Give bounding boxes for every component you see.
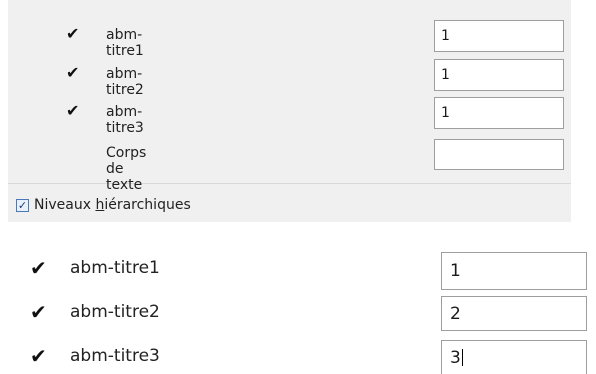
checkmark-icon: ✓ <box>17 198 28 212</box>
outline-levels-list: ✔ abm-titre1 1 ✔ abm-titre2 1 ✔ abm-titr… <box>8 0 571 193</box>
check-icon: ✔ <box>66 101 80 120</box>
level-field[interactable] <box>434 139 564 170</box>
check-icon: ✔ <box>30 256 47 280</box>
style-label: abm-titre2 <box>70 302 160 322</box>
style-label: Corps de texte <box>106 145 147 193</box>
check-icon: ✔ <box>30 344 47 368</box>
check-icon: ✔ <box>66 63 80 82</box>
list-item-titre1[interactable]: ✔ abm-titre1 1 <box>0 252 596 290</box>
list-item-titre3[interactable]: ✔ abm-titre3 3 <box>0 340 596 374</box>
level-field[interactable]: 1 <box>441 252 587 290</box>
check-icon: ✔ <box>30 300 47 324</box>
style-label: abm-titre1 <box>106 27 144 59</box>
list-item-titre2[interactable]: ✔ abm-titre2 2 <box>0 296 596 331</box>
style-label: abm-titre3 <box>70 346 160 366</box>
level-field[interactable]: 1 <box>434 97 564 129</box>
style-label: abm-titre3 <box>106 104 144 136</box>
outline-levels-checkbox-label: Niveaux hiérarchiques <box>34 197 191 213</box>
outline-levels-list-zoomed: ✔ abm-titre1 1 ✔ abm-titre2 2 ✔ abm-titr… <box>0 240 596 374</box>
text-cursor <box>461 349 463 366</box>
level-field[interactable]: 2 <box>441 296 587 331</box>
level-field[interactable]: 1 <box>434 59 564 91</box>
style-label: abm-titre1 <box>70 258 160 278</box>
outline-levels-checkbox[interactable]: ✓ <box>16 198 29 212</box>
outline-levels-panel: ✔ abm-titre1 1 ✔ abm-titre2 1 ✔ abm-titr… <box>8 0 571 222</box>
check-icon: ✔ <box>66 24 80 43</box>
style-label: abm-titre2 <box>106 66 144 98</box>
level-field[interactable]: 1 <box>434 20 564 52</box>
outline-levels-checkbox-row[interactable]: ✓ Niveaux hiérarchiques <box>16 193 191 217</box>
level-field[interactable]: 3 <box>441 340 587 374</box>
